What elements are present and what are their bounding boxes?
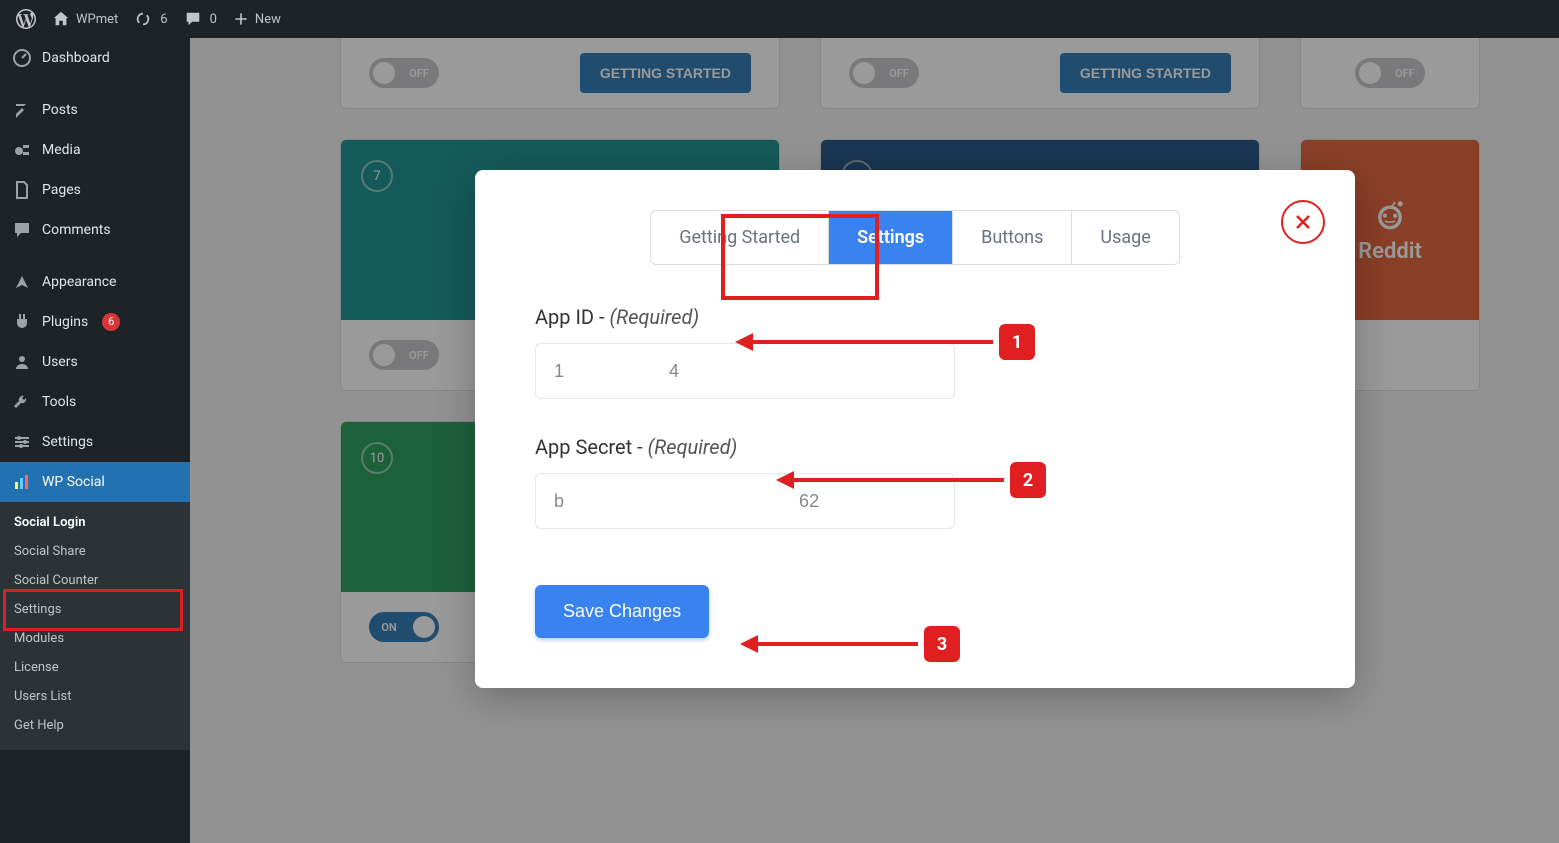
submenu-users-list[interactable]: Users List	[0, 682, 190, 711]
tab-usage[interactable]: Usage	[1072, 211, 1178, 264]
tab-buttons[interactable]: Buttons	[953, 211, 1072, 264]
submenu-modules[interactable]: Modules	[0, 624, 190, 653]
menu-users[interactable]: Users	[0, 342, 190, 382]
app-id-input[interactable]	[535, 343, 955, 399]
menu-plugins[interactable]: Plugins 6	[0, 302, 190, 342]
menu-posts[interactable]: Posts	[0, 90, 190, 130]
submenu-social-share[interactable]: Social Share	[0, 537, 190, 566]
menu-pages[interactable]: Pages	[0, 170, 190, 210]
menu-wpsocial[interactable]: WP Social	[0, 462, 190, 502]
menu-comments[interactable]: Comments	[0, 210, 190, 250]
tab-settings[interactable]: Settings	[829, 211, 953, 264]
site-name-link[interactable]: WPmet	[44, 0, 126, 38]
submenu-settings[interactable]: Settings	[0, 595, 190, 624]
submenu-get-help[interactable]: Get Help	[0, 711, 190, 740]
modal-tabs: Getting Started Settings Buttons Usage	[650, 210, 1180, 265]
menu-settings[interactable]: Settings	[0, 422, 190, 462]
new-label: New	[255, 12, 281, 27]
app-secret-input[interactable]	[535, 473, 955, 529]
app-secret-label: App Secret - (Required)	[535, 435, 1295, 459]
menu-dashboard[interactable]: Dashboard	[0, 38, 190, 78]
updates-link[interactable]: 6	[126, 0, 175, 38]
save-changes-button[interactable]: Save Changes	[535, 585, 709, 638]
submenu-license[interactable]: License	[0, 653, 190, 682]
admin-sidebar: Dashboard Posts Media Pages Comments App…	[0, 38, 190, 843]
modal-close-button[interactable]	[1281, 200, 1325, 244]
plugins-badge: 6	[102, 313, 120, 331]
submenu-social-counter[interactable]: Social Counter	[0, 566, 190, 595]
updates-count: 6	[160, 12, 167, 27]
menu-appearance[interactable]: Appearance	[0, 262, 190, 302]
admin-bar: WPmet 6 0 New	[0, 0, 1559, 38]
tab-getting-started[interactable]: Getting Started	[651, 211, 829, 264]
comments-count: 0	[210, 12, 217, 27]
wpsocial-submenu: Social Login Social Share Social Counter…	[0, 502, 190, 750]
menu-tools[interactable]: Tools	[0, 382, 190, 422]
settings-modal: Getting Started Settings Buttons Usage A…	[475, 170, 1355, 688]
app-id-label: App ID - (Required)	[535, 305, 1295, 329]
menu-media[interactable]: Media	[0, 130, 190, 170]
wp-logo[interactable]	[8, 0, 44, 38]
site-name: WPmet	[76, 12, 118, 27]
submenu-social-login[interactable]: Social Login	[0, 508, 190, 537]
new-content-link[interactable]: New	[225, 0, 289, 38]
comments-link[interactable]: 0	[176, 0, 225, 38]
